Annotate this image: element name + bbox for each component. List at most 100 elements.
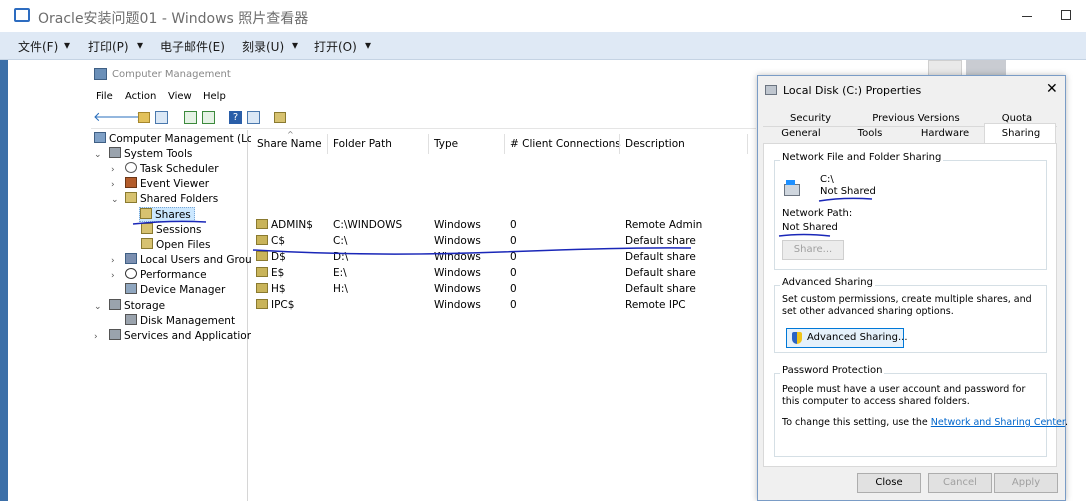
close-button[interactable]: Close — [857, 473, 921, 493]
network-sharing-center-link[interactable]: Network and Sharing Center — [931, 417, 1065, 428]
chevron-right-icon[interactable]: › — [111, 180, 115, 190]
menu-print-dropdown-icon[interactable]: ▾ — [137, 38, 143, 52]
computer-icon — [94, 132, 106, 143]
tab-tools[interactable]: Tools — [846, 128, 894, 139]
password-protection-description: People must have a user account and pass… — [782, 384, 1026, 407]
show-hide-tree-icon[interactable] — [155, 111, 168, 124]
tree-item-shared-folders[interactable]: Shared Folders — [125, 192, 218, 207]
tab-hardware[interactable]: Hardware — [916, 128, 974, 139]
chevron-down-icon[interactable]: ⌄ — [94, 150, 102, 160]
menu-open-dropdown-icon[interactable]: ▾ — [365, 38, 371, 52]
storage-icon — [109, 299, 121, 310]
chevron-right-icon[interactable]: › — [111, 256, 115, 266]
clock-icon — [125, 162, 137, 173]
menu-print[interactable]: 打印(P) — [88, 38, 129, 55]
tree-item-event-viewer[interactable]: Event Viewer — [125, 177, 209, 192]
menu-open[interactable]: 打开(O) — [314, 38, 357, 55]
column-separator[interactable] — [747, 134, 748, 154]
tree-item-local-users-groups[interactable]: Local Users and Groups — [125, 253, 264, 268]
menu-file[interactable]: 文件(F) — [18, 38, 58, 55]
open-files-icon — [141, 238, 153, 249]
chevron-right-icon[interactable]: › — [111, 165, 115, 175]
column-header-share-name[interactable]: Share Name — [257, 138, 322, 154]
photo-viewer-app-icon — [14, 8, 30, 22]
performance-icon — [125, 268, 137, 279]
column-header-folder-path[interactable]: Folder Path — [333, 138, 392, 154]
shared-folder-icon — [125, 192, 137, 203]
advanced-sharing-button[interactable]: Advanced Sharing... — [786, 328, 908, 348]
group-title-advanced-sharing: Advanced Sharing — [780, 277, 875, 288]
event-viewer-icon — [125, 177, 137, 188]
column-separator[interactable] — [428, 134, 429, 154]
tree-item-performance[interactable]: Performance — [125, 268, 207, 283]
cancel-button[interactable]: Cancel — [928, 473, 992, 493]
close-icon[interactable]: ✕ — [1046, 81, 1058, 97]
chevron-right-icon[interactable]: › — [94, 332, 98, 342]
tab-general[interactable]: General — [772, 128, 830, 139]
table-row[interactable]: H$ H:\ Windows 0 Default share — [251, 282, 756, 298]
column-separator[interactable] — [327, 134, 328, 154]
windows-logo-icon — [786, 180, 795, 185]
minimize-icon[interactable] — [1022, 16, 1032, 17]
tree-item-storage[interactable]: Storage — [109, 299, 165, 314]
cm-menu-help[interactable]: Help — [203, 91, 226, 102]
computer-management-window: Computer Management File Action View Hel… — [91, 64, 756, 501]
cm-title-bar: Computer Management — [91, 64, 756, 86]
column-separator[interactable] — [619, 134, 620, 154]
share-icon — [256, 283, 268, 293]
drive-icon — [765, 85, 777, 95]
local-disk-properties-dialog: Local Disk (C:) Properties ✕ Security Pr… — [757, 75, 1068, 501]
chevron-down-icon[interactable]: ⌄ — [111, 195, 119, 205]
tab-previous-versions[interactable]: Previous Versions — [868, 113, 964, 124]
table-row[interactable]: IPC$ Windows 0 Remote IPC — [251, 298, 756, 314]
tab-security[interactable]: Security — [790, 113, 831, 124]
services-icon — [109, 329, 121, 340]
properties-icon[interactable] — [247, 111, 260, 124]
cm-menu-file[interactable]: File — [96, 91, 113, 102]
menu-burn-dropdown-icon[interactable]: ▾ — [292, 38, 298, 52]
tree-item-computer-management[interactable]: Computer Management (Local — [94, 132, 268, 147]
table-row[interactable]: ADMIN$ C:\WINDOWS Windows 0 Remote Admin — [251, 218, 756, 234]
maximize-icon[interactable] — [1061, 10, 1071, 20]
annotation-underline-network-path — [778, 233, 831, 237]
tree-item-device-manager[interactable]: Device Manager — [125, 283, 225, 298]
device-manager-icon — [125, 283, 137, 294]
background-thumbnail — [966, 60, 1006, 76]
annotation-line-c-share — [252, 247, 692, 255]
column-header-client-connections[interactable]: # Client Connections — [510, 138, 621, 154]
export-list-icon[interactable] — [202, 111, 215, 124]
cm-menu-view[interactable]: View — [168, 91, 192, 102]
dialog-title: Local Disk (C:) Properties — [783, 84, 922, 97]
column-header-description[interactable]: Description — [625, 138, 685, 154]
photo-viewer-menu-bar: 文件(F) ▾ 打印(P) ▾ 电子邮件(E) 刻录(U) ▾ 打开(O) ▾ — [0, 32, 1086, 60]
tab-sharing-active[interactable]: Sharing — [984, 123, 1056, 144]
drive-path: C:\ — [820, 174, 834, 185]
column-separator[interactable] — [504, 134, 505, 154]
advanced-sharing-description: Set custom permissions, create multiple … — [782, 294, 1032, 317]
column-header-type[interactable]: Type — [434, 138, 458, 154]
menu-burn[interactable]: 刻录(U) — [242, 38, 284, 55]
refresh-icon[interactable] — [184, 111, 197, 124]
photo-viewer-title-bar: Oracle安装问题01 - Windows 照片查看器 — [0, 0, 1086, 32]
cm-menu-action[interactable]: Action — [125, 91, 156, 102]
tree-item-disk-management[interactable]: Disk Management — [125, 314, 235, 329]
table-row[interactable]: E$ E:\ Windows 0 Default share — [251, 266, 756, 282]
share-button[interactable]: Share... — [782, 240, 844, 260]
new-share-icon[interactable] — [274, 112, 286, 123]
up-folder-icon[interactable] — [138, 112, 150, 123]
menu-file-dropdown-icon[interactable]: ▾ — [64, 38, 70, 52]
cm-menu-bar: File Action View Help — [91, 87, 756, 107]
help-icon[interactable]: ? — [229, 111, 242, 124]
chevron-right-icon[interactable]: › — [111, 271, 115, 281]
menu-email[interactable]: 电子邮件(E) — [160, 38, 225, 55]
group-title-network-sharing: Network File and Folder Sharing — [780, 152, 944, 163]
chevron-down-icon[interactable]: ⌄ — [94, 302, 102, 312]
tree-item-system-tools[interactable]: System Tools — [109, 147, 192, 162]
change-setting-text: To change this setting, use the Network … — [782, 417, 1068, 428]
tree-item-services-applications[interactable]: Services and Applications — [109, 329, 259, 344]
tree-item-open-files[interactable]: Open Files — [141, 238, 210, 253]
uac-shield-icon — [792, 332, 802, 344]
disk-management-icon — [125, 314, 137, 325]
apply-button[interactable]: Apply — [994, 473, 1058, 493]
tree-item-task-scheduler[interactable]: Task Scheduler — [125, 162, 219, 177]
